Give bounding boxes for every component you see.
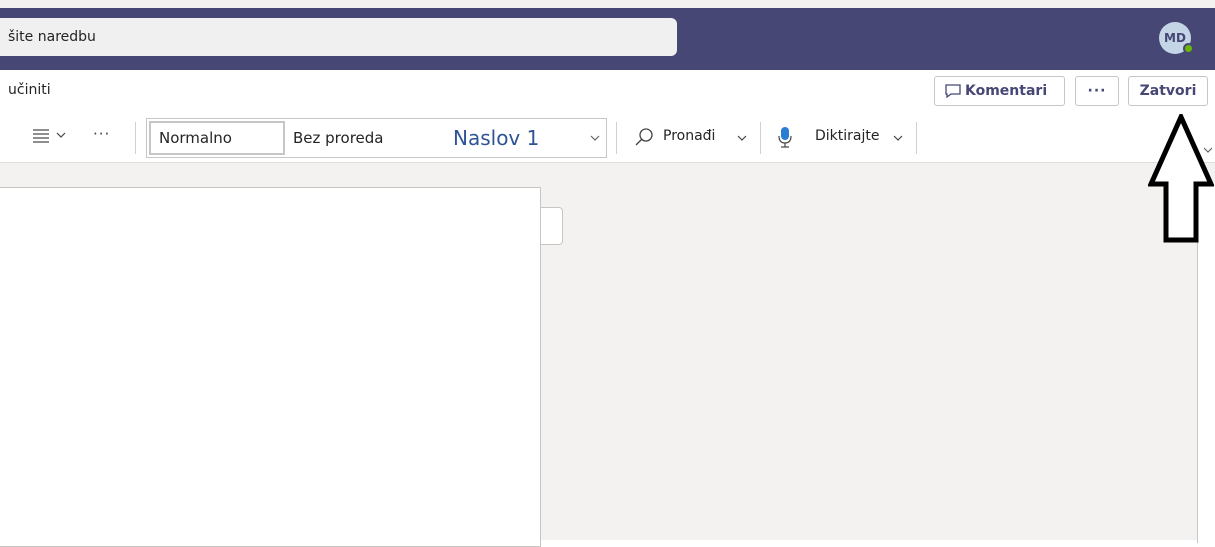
ribbon-toolbar: ··· Normalno Bez proreda Naslov 1 Pronađ… (0, 114, 1215, 163)
style-no-spacing[interactable]: Bez proreda (293, 121, 383, 155)
page-side-tab[interactable] (541, 207, 563, 245)
ribbon-more-button[interactable]: ··· (93, 125, 110, 143)
arrow-up-icon (1148, 114, 1214, 243)
presence-available-icon (1183, 43, 1194, 54)
dictate-button-label[interactable]: Diktirajte (815, 128, 879, 144)
styles-expand-button[interactable] (585, 118, 607, 158)
document-title: učiniti (8, 82, 51, 98)
microphone-icon[interactable] (778, 126, 792, 148)
close-button[interactable]: Zatvori (1128, 76, 1208, 106)
align-icon[interactable] (32, 128, 50, 146)
comments-button-label: Komentari (965, 83, 1048, 99)
title-bar: šite naredbu MD (0, 8, 1215, 70)
style-normal[interactable]: Normalno (149, 121, 285, 155)
window-top-edge (0, 0, 1215, 8)
find-button-label[interactable]: Pronađi (663, 128, 715, 144)
comments-button[interactable]: Komentari (934, 76, 1065, 106)
ribbon-separator (916, 122, 917, 154)
chevron-down-icon (590, 135, 600, 141)
more-options-button[interactable]: ··· (1075, 76, 1119, 106)
styles-gallery: Normalno Bez proreda Naslov 1 (146, 118, 586, 158)
search-icon[interactable] (634, 127, 654, 147)
comment-icon (945, 84, 961, 98)
chevron-down-icon[interactable] (737, 134, 747, 142)
chevron-down-icon[interactable] (893, 134, 903, 142)
document-canvas (0, 163, 1215, 547)
chevron-down-icon[interactable] (56, 131, 66, 139)
ribbon-separator (135, 122, 136, 154)
document-page[interactable] (0, 187, 541, 547)
command-search-box[interactable]: šite naredbu (0, 18, 677, 56)
style-heading-1[interactable]: Naslov 1 (453, 119, 539, 157)
ribbon-separator (760, 122, 761, 154)
document-header-bar: učiniti Komentari ··· Zatvori (0, 70, 1215, 114)
ribbon-separator (616, 122, 617, 154)
